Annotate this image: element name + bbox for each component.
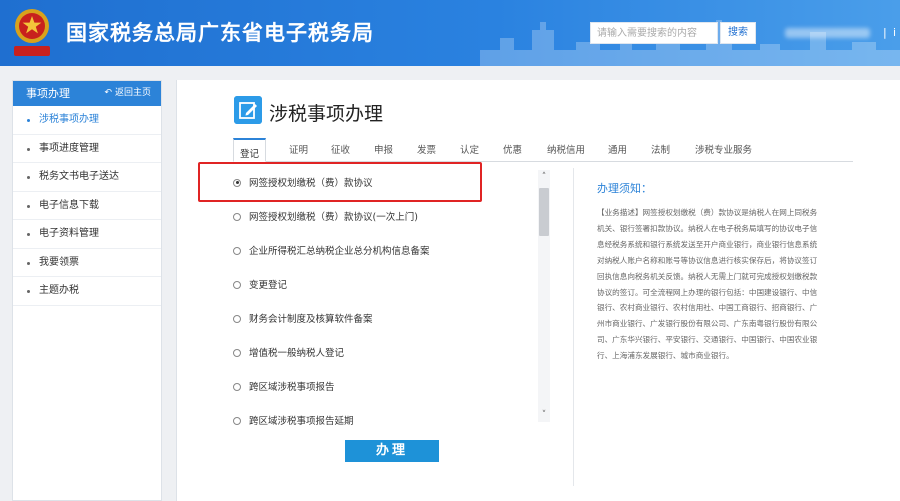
radio-icon[interactable]: [233, 280, 241, 289]
sidebar-item-invoices[interactable]: 我要领票: [13, 249, 161, 277]
sidebar-item-label: 涉税事项办理: [39, 114, 99, 125]
notice-line: 【业务描述】网签授权划缴税（费）款协议是纳税人在网上同税务: [597, 208, 818, 217]
option-item[interactable]: 增值税一般纳税人登记: [233, 344, 344, 364]
notice-title: 办理须知：: [597, 182, 652, 195]
sidebar-item-progress[interactable]: 事项进度管理: [13, 135, 161, 163]
notice-line: 协议的签订。可全流程网上办理的银行包括：中国建设银行、中信: [597, 287, 818, 297]
tax-emblem-logo: [14, 9, 50, 56]
sidebar-heading: 事项办理: [26, 87, 70, 100]
sidebar-header: 事项办理 ↶ 返回主页: [13, 81, 161, 106]
page-title: 涉税事项办理: [269, 103, 384, 125]
radio-icon[interactable]: [233, 416, 241, 425]
option-item[interactable]: 变更登记: [233, 276, 287, 296]
option-label: 增值税一般纳税人登记: [249, 348, 345, 359]
notice-line: 机关、银行签署扣款协议。纳税人在电子税务局填写的协议电子信: [597, 223, 818, 233]
notice-body: 【业务描述】网签授权划缴税（费）款协议是纳税人在网上同税务 机关、银行签署扣款协…: [597, 205, 833, 364]
tab-general[interactable]: 通用: [608, 142, 627, 156]
bullet-icon: [27, 233, 30, 236]
search-button[interactable]: 搜索: [720, 22, 756, 44]
sidebar-item-e-documents[interactable]: 电子资料管理: [13, 220, 161, 249]
notice-line: 息经税务系统和银行系统发送至开户商业银行，商业银行信息系统: [597, 239, 818, 249]
option-label: 变更登记: [249, 280, 288, 291]
radio-icon[interactable]: [233, 348, 241, 357]
option-item[interactable]: 网签授权划缴税（费）款协议(一次上门): [233, 208, 418, 228]
matter-options-list: 网签授权划缴税（费）款协议 网签授权划缴税（费）款协议(一次上门) 企业所得税汇…: [225, 166, 555, 466]
sidebar: 事项办理 ↶ 返回主页 涉税事项办理 事项进度管理 税务文书电子送达 电子信息下载…: [12, 80, 162, 501]
radio-icon[interactable]: [233, 212, 241, 221]
notice-line: 回执信息向税务机关反馈。纳税人无需上门就可完成授权划缴税款: [597, 271, 818, 281]
tab-certificate[interactable]: 证明: [289, 142, 308, 156]
sidebar-item-label: 电子资料管理: [39, 228, 99, 239]
sidebar-item-themes[interactable]: 主题办税: [13, 277, 161, 306]
option-item[interactable]: 财务会计制度及核算软件备案: [233, 310, 373, 330]
site-title: 国家税务总局广东省电子税务局: [66, 21, 374, 45]
sidebar-item-download[interactable]: 电子信息下载: [13, 192, 161, 220]
sidebar-item-e-delivery[interactable]: 税务文书电子送达: [13, 163, 161, 192]
header-separator: |: [883, 26, 887, 39]
process-button[interactable]: 办理: [345, 440, 439, 462]
tab-registration[interactable]: 登记: [233, 138, 267, 162]
option-label: 企业所得税汇总纳税企业总分机构信息备案: [249, 246, 430, 257]
option-item[interactable]: 跨区域涉税事项报告: [233, 378, 335, 398]
notice-line: 银行、农村商业银行、农村信用社、中国工商银行、招商银行、广: [597, 303, 818, 313]
radio-icon[interactable]: [233, 246, 241, 255]
tab-tax-credit[interactable]: 纳税信用: [547, 142, 585, 156]
tab-preferential[interactable]: 优惠: [503, 142, 522, 156]
options-scrollbar[interactable]: ˄ ˅: [538, 170, 550, 422]
user-info-blurred[interactable]: [785, 28, 870, 38]
radio-icon[interactable]: [233, 314, 241, 323]
tab-collection[interactable]: 征收: [331, 142, 350, 156]
notice-line: 司、广东华兴银行、平安银行、交通银行、中国银行、中国农业银: [597, 335, 818, 345]
radio-icon[interactable]: [233, 382, 241, 391]
chevron-down-icon[interactable]: ˅: [538, 408, 550, 422]
bullet-icon: [27, 261, 30, 265]
tab-invoice[interactable]: 发票: [417, 142, 436, 156]
sidebar-item-label: 我要领票: [39, 256, 79, 268]
notice-line: 州市商业银行、广发银行股份有限公司、广东南粤银行股份有限公: [597, 319, 818, 329]
option-item[interactable]: 企业所得税汇总纳税企业总分机构信息备案: [233, 242, 430, 262]
back-home-link[interactable]: ↶ 返回主页: [104, 81, 151, 106]
selection-highlight-box: [198, 162, 482, 202]
option-label: 网签授权划缴税（费）款协议(一次上门): [249, 212, 418, 223]
back-home-label: 返回主页: [114, 88, 151, 98]
option-label: 跨区域涉税事项报告延期: [249, 416, 354, 427]
option-label: 财务会计制度及核算软件备案: [249, 314, 373, 325]
search-input[interactable]: 请输入需要搜索的内容: [590, 22, 718, 44]
edit-icon: [234, 96, 262, 124]
notice-line: 行、上海浦东发展银行、城市商业银行。: [597, 351, 734, 361]
sidebar-item-label: 事项进度管理: [39, 142, 99, 154]
chevron-up-icon[interactable]: ˄: [538, 170, 550, 184]
tab-legal[interactable]: 法制: [651, 142, 670, 156]
tab-professional-services[interactable]: 涉税专业服务: [695, 142, 752, 156]
scrollbar-thumb[interactable]: [539, 188, 549, 236]
bullet-icon: [27, 176, 30, 179]
tab-identification[interactable]: 认定: [460, 142, 479, 156]
bullet-icon: [27, 204, 30, 208]
sidebar-item-label: 主题办税: [39, 285, 79, 296]
category-tabs: 登记 证明 征收 申报 发票 认定 优惠 纳税信用 通用 法制 涉税专业服务: [233, 138, 853, 162]
bullet-icon: [27, 119, 30, 122]
option-label: 跨区域涉税事项报告: [249, 382, 335, 393]
header-right-text[interactable]: i: [893, 26, 896, 39]
bullet-icon: [27, 290, 30, 293]
sidebar-item-tax-matters[interactable]: 涉税事项办理: [13, 106, 161, 135]
sidebar-item-label: 税务文书电子送达: [39, 171, 119, 182]
notice-divider: [573, 168, 574, 486]
sidebar-item-label: 电子信息下载: [39, 199, 99, 211]
notice-line: 对纳税人账户名称和账号等协议信息进行核实保存后，将协议签订: [597, 255, 818, 265]
option-item[interactable]: 跨区域涉税事项报告延期: [233, 412, 354, 432]
back-arrow-icon: ↶: [104, 88, 112, 98]
tab-declaration[interactable]: 申报: [374, 142, 393, 156]
site-header: 国家税务总局广东省电子税务局 请输入需要搜索的内容 搜索 | i: [0, 0, 900, 66]
bullet-icon: [27, 147, 30, 151]
